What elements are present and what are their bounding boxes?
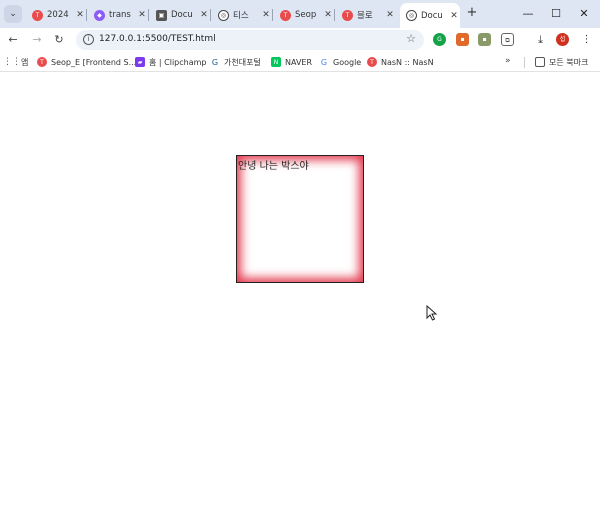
bookmark-seop[interactable]: T Seop_E [Frontend S... [37, 56, 136, 68]
close-icon[interactable]: ✕ [74, 10, 86, 20]
address-bar[interactable]: i 127.0.0.1:5500/TEST.html ☆ [76, 30, 424, 50]
tab-bar: ⌄ T 2024 ✕ ◆ trans ✕ ▣ Docu ✕ ◎ 티스 ✕ T S… [0, 0, 600, 28]
tab-separator [86, 9, 87, 21]
tab-2[interactable]: ◆ trans ✕ [88, 4, 148, 26]
apps-grid-icon: ⋮⋮ [3, 57, 21, 67]
bookmarks-bar: ⋮⋮ 앱 T Seop_E [Frontend S... ▰ 홈 | Clipc… [0, 52, 600, 72]
gachon-icon: G [210, 57, 220, 67]
tab-4[interactable]: ◎ 티스 ✕ [212, 4, 272, 26]
globe-icon: ◎ [406, 10, 417, 21]
tab-6[interactable]: T 블로 ✕ [336, 4, 396, 26]
arrow-right-icon: → [32, 33, 42, 46]
google-icon: G [319, 57, 329, 67]
tab-active[interactable]: ◎ Docu ✕ [400, 3, 460, 28]
close-icon: ✕ [579, 7, 589, 20]
naver-icon: N [271, 57, 281, 67]
grammarly-icon[interactable]: G [433, 33, 446, 46]
translate-icon: ◆ [94, 9, 105, 21]
tab-1[interactable]: T 2024 ✕ [26, 4, 86, 26]
extension-image-icon[interactable]: ▪ [478, 33, 491, 46]
new-tab-button[interactable]: + [464, 6, 480, 22]
folder-icon [535, 57, 545, 67]
browser-toolbar: ← → ↻ i 127.0.0.1:5500/TEST.html ☆ G ▪ ▪… [0, 28, 600, 52]
tab-3[interactable]: ▣ Docu ✕ [150, 4, 210, 26]
tab-separator [334, 9, 335, 21]
chevron-down-icon: ⌄ [9, 9, 17, 19]
clipchamp-icon: ▰ [135, 57, 145, 67]
page-content: 안녕 나는 박스야 [0, 73, 600, 505]
close-icon[interactable]: ✕ [198, 10, 210, 20]
shadow-box: 안녕 나는 박스야 [236, 155, 364, 283]
bookmark-naver[interactable]: N NAVER [271, 56, 312, 68]
doc-image-icon: ▣ [156, 9, 167, 21]
globe-icon: ◎ [218, 9, 229, 21]
bookmark-clipchamp[interactable]: ▰ 홈 | Clipchamp [135, 56, 207, 68]
double-chevron-icon: » [505, 56, 511, 66]
tistory-icon: T [32, 9, 43, 21]
url-text[interactable]: 127.0.0.1:5500/TEST.html [99, 34, 216, 44]
arrow-left-icon: ← [8, 33, 18, 46]
tab-5[interactable]: T Seop ✕ [274, 4, 334, 26]
mouse-cursor-icon [426, 305, 438, 321]
bookmarks-separator [524, 57, 525, 68]
bookmarks-overflow-button[interactable]: » [505, 56, 511, 66]
reload-icon: ↻ [54, 33, 64, 46]
plus-icon: + [466, 5, 478, 20]
minimize-button[interactable]: — [520, 6, 536, 22]
menu-kebab-icon[interactable]: ⋮ [580, 33, 593, 46]
extension-orange-icon[interactable]: ▪ [456, 33, 469, 46]
tab-separator [272, 9, 273, 21]
tistory-icon: T [37, 57, 47, 67]
close-icon[interactable]: ✕ [448, 11, 460, 21]
tistory-icon: T [280, 9, 291, 21]
all-bookmarks-folder[interactable]: 모든 북마크 [535, 56, 588, 68]
tab-search-button[interactable]: ⌄ [4, 5, 22, 23]
minimize-icon: — [522, 7, 534, 20]
site-info-icon[interactable]: i [83, 34, 94, 45]
close-icon[interactable]: ✕ [322, 10, 334, 20]
bookmark-gachon[interactable]: G 가천대포털 [210, 56, 261, 68]
maximize-button[interactable]: ☐ [548, 6, 564, 22]
box-text: 안녕 나는 박스야 [238, 161, 309, 172]
back-button[interactable]: ← [5, 32, 21, 48]
close-icon[interactable]: ✕ [136, 10, 148, 20]
bookmark-google[interactable]: G Google [319, 56, 361, 68]
download-icon[interactable]: ⤓ [534, 33, 547, 46]
tab-separator [148, 9, 149, 21]
tistory-icon: T [367, 57, 377, 67]
profile-avatar[interactable]: 섭 [556, 33, 569, 46]
close-window-button[interactable]: ✕ [576, 6, 592, 22]
puzzle-icon[interactable]: ⧉ [501, 33, 514, 46]
bookmark-star-icon[interactable]: ☆ [406, 32, 416, 45]
forward-button[interactable]: → [29, 32, 45, 48]
tistory-icon: T [342, 9, 353, 21]
reload-button[interactable]: ↻ [51, 32, 67, 48]
bookmark-apps[interactable]: ⋮⋮ 앱 [3, 56, 28, 68]
bookmark-nasn[interactable]: T NasN :: NasN [367, 56, 434, 68]
close-icon[interactable]: ✕ [384, 10, 396, 20]
close-icon[interactable]: ✕ [260, 10, 272, 20]
tab-separator [210, 9, 211, 21]
maximize-icon: ☐ [551, 7, 561, 20]
